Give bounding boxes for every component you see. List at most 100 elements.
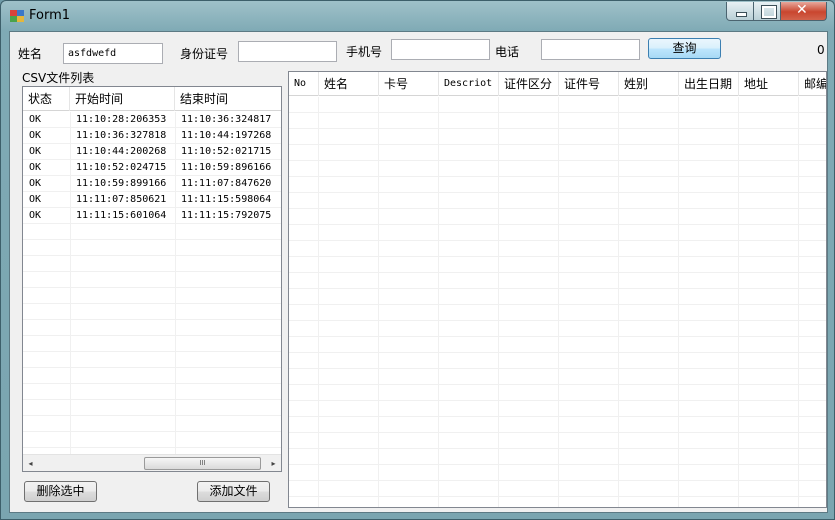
maximize-icon[interactable] [754,2,781,21]
cell-start-time: 11:10:36:327818 [76,130,167,141]
results-column-header[interactable]: 邮编 [799,72,826,96]
csv-row[interactable] [23,368,281,384]
results-column-header[interactable]: 卡号 [379,72,439,96]
column-header-end-time[interactable]: 结束时间 [175,87,281,111]
cell-status: OK [29,162,42,173]
results-row [289,337,826,353]
name-input[interactable]: asfdwefd [63,43,163,64]
application-window: Form1 ✕ 姓名 asfdwefd 身份证号 手机号 电话 查询 0 CSV… [0,0,835,520]
id-number-label: 身份证号 [180,47,229,61]
form-client-area: 姓名 asfdwefd 身份证号 手机号 电话 查询 0 CSV文件列表 状态 … [9,31,828,513]
csv-row[interactable] [23,384,281,400]
results-row [289,321,826,337]
cell-end-time: 11:10:59:896166 [181,162,272,173]
results-row [289,97,826,113]
results-row [289,241,826,257]
csv-row[interactable] [23,336,281,352]
csv-row[interactable] [23,320,281,336]
results-column-header[interactable]: 姓名 [319,72,379,96]
app-icon [10,10,24,22]
phone-label: 电话 [495,45,520,59]
csv-row[interactable] [23,400,281,416]
mobile-input[interactable] [391,39,490,60]
close-icon[interactable]: ✕ [781,2,827,21]
results-row [289,305,826,321]
scroll-thumb[interactable]: III [144,457,261,470]
results-row [289,449,826,465]
csv-row[interactable] [23,416,281,432]
add-file-button[interactable]: 添加文件 [197,481,270,502]
query-button[interactable]: 查询 [648,38,721,59]
cell-end-time: 11:10:44:197268 [181,130,272,141]
csv-list-rows: OK 11:10:28:206353 11:10:36:324817 OK 11:10:… [23,112,281,464]
results-row [289,289,826,305]
results-row [289,209,826,225]
delete-selected-button[interactable]: 删除选中 [24,481,97,502]
csv-list-label: CSV文件列表 [22,71,95,85]
results-column-header[interactable]: 出生日期 [679,72,739,96]
csv-row[interactable]: OK 11:11:07:850621 11:11:15:598064 [23,192,281,208]
scroll-left-icon[interactable]: ◂ [23,457,38,470]
results-row [289,401,826,417]
results-header: No 姓名 卡号 Descriot 证件区分 证件号 姓别 出生日期 地址 邮编 [289,72,826,96]
results-row [289,481,826,497]
results-rows [289,97,826,497]
results-column-header[interactable]: 证件号 [559,72,619,96]
csv-row[interactable]: OK 11:10:36:327818 11:10:44:197268 [23,128,281,144]
column-header-status[interactable]: 状态 [23,87,70,111]
csv-row[interactable] [23,288,281,304]
cell-start-time: 11:10:28:206353 [76,114,167,125]
results-row [289,273,826,289]
results-row [289,113,826,129]
id-number-input[interactable] [238,41,337,62]
cell-end-time: 11:11:07:847620 [181,178,272,189]
phone-input[interactable] [541,39,640,60]
cell-start-time: 11:10:52:024715 [76,162,167,173]
cell-start-time: 11:10:59:899166 [76,178,167,189]
cell-end-time: 11:11:15:598064 [181,194,272,205]
name-label: 姓名 [18,47,43,61]
csv-row[interactable]: OK 11:10:59:899166 11:11:07:847620 [23,176,281,192]
results-list[interactable]: No 姓名 卡号 Descriot 证件区分 证件号 姓别 出生日期 地址 邮编 [288,71,827,508]
results-row [289,369,826,385]
csv-file-list[interactable]: 状态 开始时间 结束时间 OK 11:10:28:206353 11:10:36:3… [22,86,282,472]
results-column-header[interactable]: 姓别 [619,72,679,96]
csv-row[interactable] [23,432,281,448]
csv-row[interactable] [23,240,281,256]
cell-status: OK [29,114,42,125]
results-row [289,353,826,369]
cell-start-time: 11:11:15:601064 [76,210,167,221]
scroll-right-icon[interactable]: ▸ [266,457,281,470]
cell-status: OK [29,146,42,157]
csv-row[interactable]: OK 11:10:28:206353 11:10:36:324817 [23,112,281,128]
results-row [289,129,826,145]
results-row [289,417,826,433]
results-row [289,161,826,177]
csv-row[interactable] [23,352,281,368]
csv-row[interactable]: OK 11:10:52:024715 11:10:59:896166 [23,160,281,176]
results-column-header[interactable]: No [289,72,319,96]
csv-row[interactable] [23,304,281,320]
results-column-header[interactable]: 地址 [739,72,799,96]
csv-row[interactable]: OK 11:11:15:601064 11:11:15:792075 [23,208,281,224]
csv-list-header: 状态 开始时间 结束时间 [23,87,281,111]
cell-start-time: 11:11:07:850621 [76,194,167,205]
csv-row[interactable] [23,224,281,240]
cell-end-time: 11:11:15:792075 [181,210,272,221]
cell-end-time: 11:10:36:324817 [181,114,272,125]
csv-row[interactable] [23,256,281,272]
results-column-header[interactable]: 证件区分 [499,72,559,96]
results-row [289,177,826,193]
results-column-header[interactable]: Descriot [439,72,499,96]
column-header-start-time[interactable]: 开始时间 [70,87,175,111]
cell-status: OK [29,130,42,141]
results-row [289,193,826,209]
title-bar[interactable]: Form1 ✕ [1,1,834,31]
csv-horizontal-scrollbar[interactable]: ◂ III ▸ [23,454,281,471]
csv-row[interactable] [23,272,281,288]
cell-status: OK [29,178,42,189]
minimize-icon[interactable] [726,2,754,21]
results-row [289,257,826,273]
mobile-label: 手机号 [346,45,383,59]
csv-row[interactable]: OK 11:10:44:200268 11:10:52:021715 [23,144,281,160]
